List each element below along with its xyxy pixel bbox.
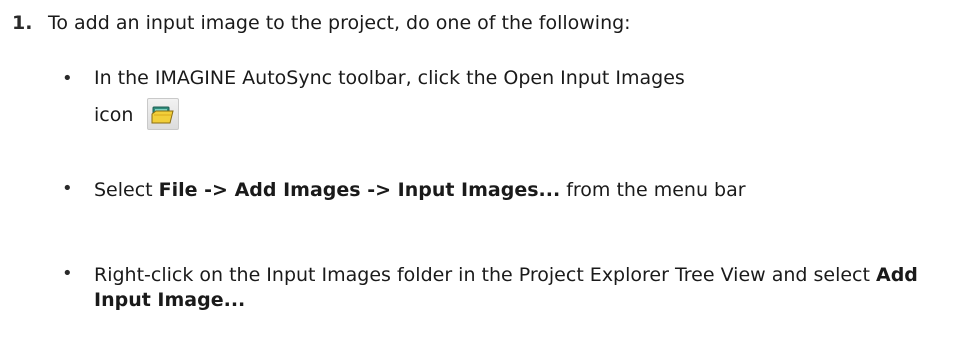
option-toolbar: In the IMAGINE AutoSync toolbar, click t… bbox=[94, 60, 934, 134]
option-context-menu: Right-click on the Input Images folder i… bbox=[94, 263, 934, 313]
folder-image-icon bbox=[151, 106, 175, 123]
bullet-marker: • bbox=[62, 263, 73, 284]
option-context-prefix: Right-click on the Input Images folder i… bbox=[94, 264, 876, 286]
option-toolbar-icon-label: icon bbox=[94, 104, 134, 126]
step-text: To add an input image to the project, do… bbox=[48, 12, 631, 34]
option-menu-suffix: from the menu bar bbox=[560, 179, 746, 201]
bullet-marker: • bbox=[62, 68, 73, 89]
bullet-marker: • bbox=[62, 178, 73, 199]
menu-path: File -> Add Images -> Input Images... bbox=[158, 179, 561, 201]
option-menu-prefix: Select bbox=[94, 179, 159, 201]
option-toolbar-text: In the IMAGINE AutoSync toolbar, click t… bbox=[94, 67, 685, 89]
document-page: 1. To add an input image to the project, … bbox=[0, 0, 980, 352]
step-1: 1. To add an input image to the project, … bbox=[12, 10, 631, 36]
open-input-images-icon[interactable] bbox=[147, 97, 180, 130]
option-menu: Select File -> Add Images -> Input Image… bbox=[94, 178, 934, 203]
step-number: 1. bbox=[12, 12, 33, 34]
